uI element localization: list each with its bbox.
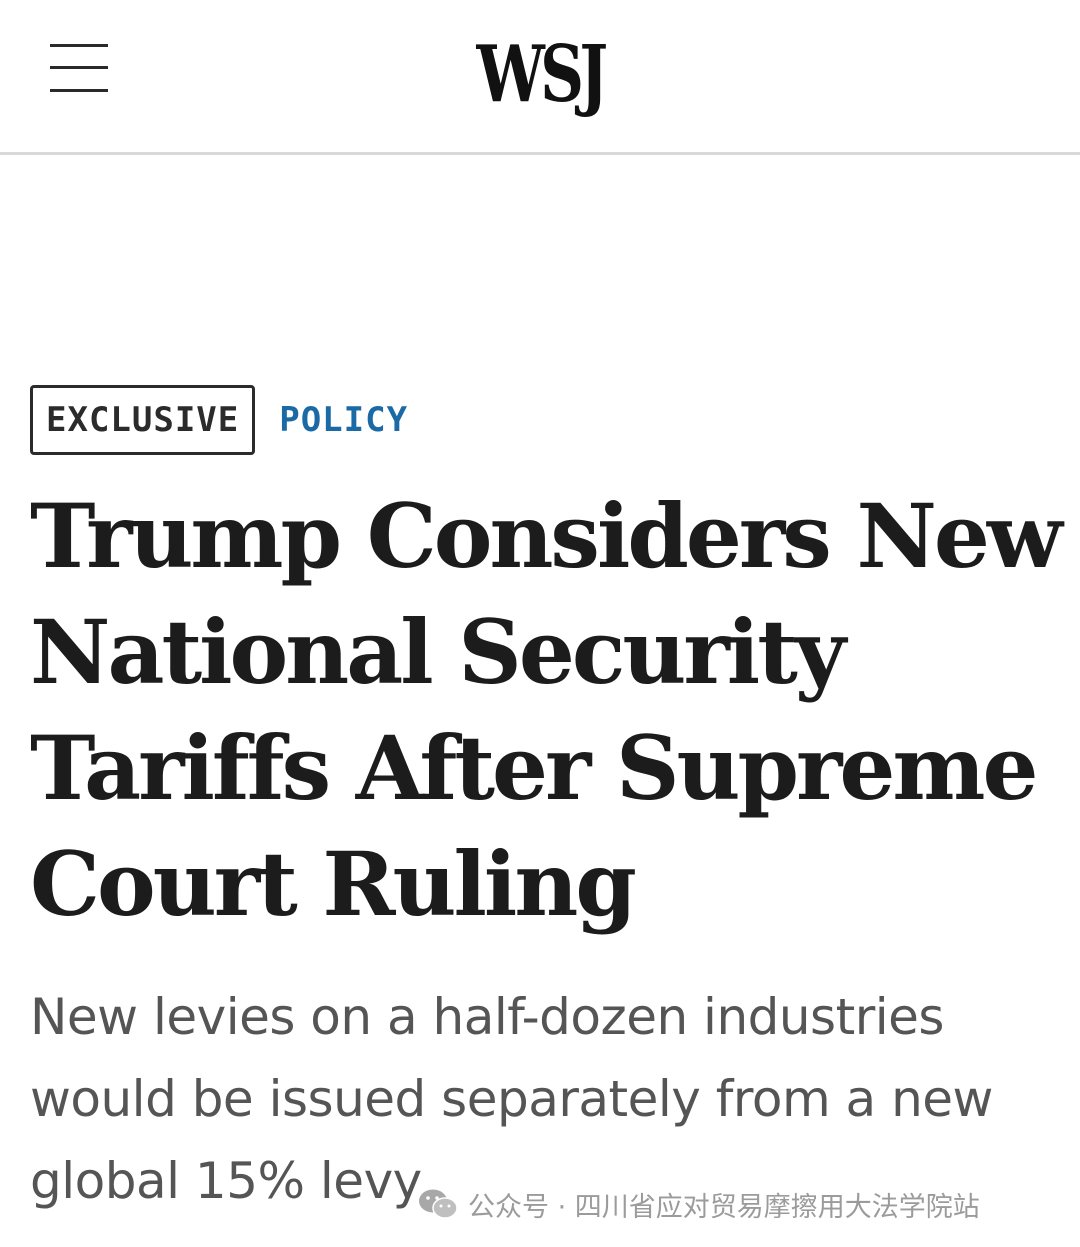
section-link-policy[interactable]: POLICY — [279, 400, 408, 440]
article-tags: EXCLUSIVE POLICY — [30, 385, 408, 455]
watermark-text: 公众号 · 四川省应对贸易摩擦用大法学院站 — [468, 1191, 980, 1223]
menu-line — [50, 66, 108, 69]
wsj-logo[interactable]: WSJ — [119, 30, 961, 120]
hamburger-menu-icon[interactable] — [50, 44, 110, 94]
menu-line — [50, 89, 108, 92]
article-headline: Trump Considers New National Security Ta… — [30, 484, 1063, 936]
exclusive-badge: EXCLUSIVE — [30, 385, 256, 455]
top-navigation-bar: WSJ — [0, 0, 1080, 155]
wechat-watermark: 公众号 · 四川省应对贸易摩擦用大法学院站 — [418, 1184, 980, 1224]
menu-line — [50, 44, 108, 47]
wechat-icon — [419, 1189, 458, 1219]
